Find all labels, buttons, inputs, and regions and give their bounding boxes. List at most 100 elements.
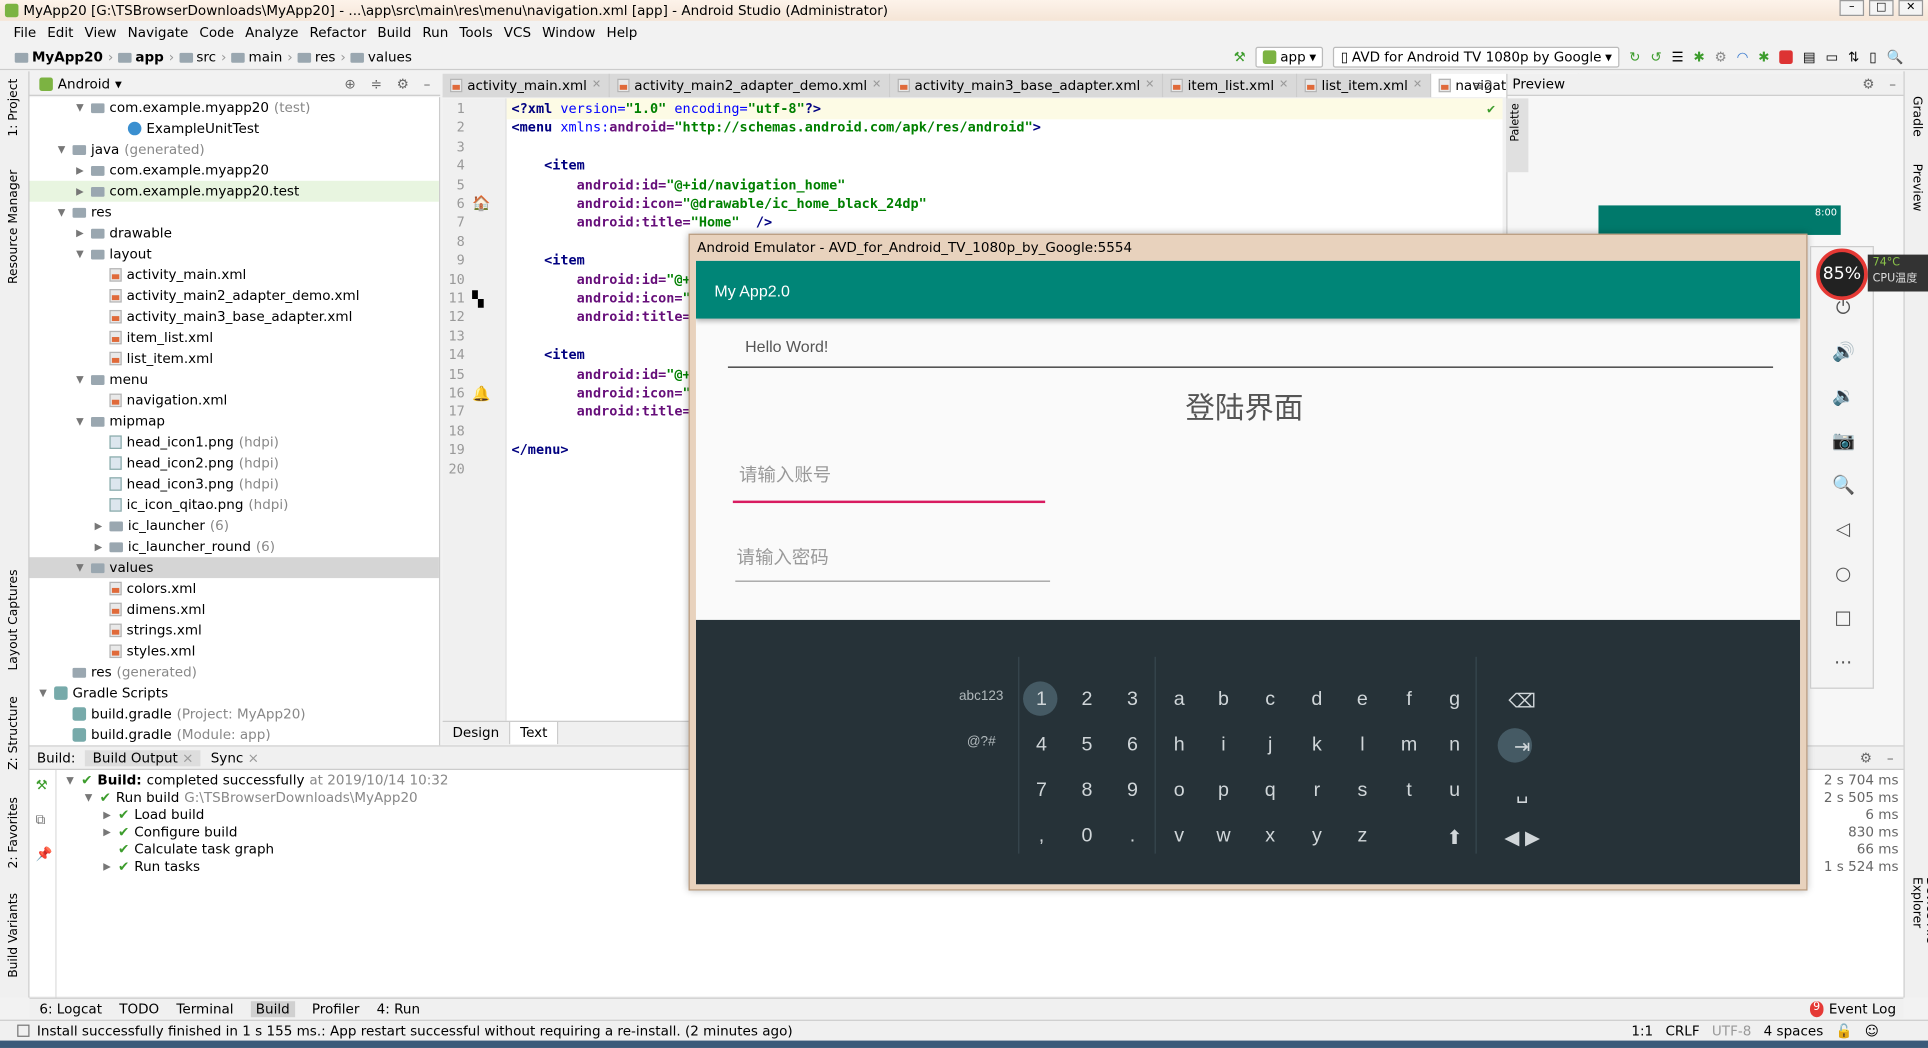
gear-icon[interactable]: ⚙ — [397, 76, 409, 92]
expand-arrow-icon[interactable]: ▼ — [82, 792, 94, 803]
project-view-select[interactable]: Android — [58, 76, 110, 92]
keyboard-key[interactable]: 8 — [1069, 780, 1106, 802]
tool-project[interactable]: 1: Project — [7, 79, 21, 137]
avd-manager-icon[interactable]: ▭ — [1825, 49, 1838, 65]
menu-view[interactable]: View — [85, 25, 117, 41]
tree-item[interactable]: list_item.xml — [30, 348, 439, 369]
indent-setting[interactable]: 4 spaces — [1764, 1023, 1824, 1039]
keyboard-key[interactable]: s — [1344, 780, 1381, 802]
gear-icon[interactable]: ⚙ — [1862, 76, 1874, 92]
tool-build[interactable]: Build — [250, 1000, 295, 1017]
palette-tab[interactable]: Palette — [1506, 98, 1529, 173]
expanded-arrow-icon[interactable]: ▼ — [74, 416, 86, 427]
maximize-button[interactable]: □ — [1868, 0, 1894, 16]
expanded-arrow-icon[interactable]: ▼ — [74, 374, 86, 385]
keyboard-key[interactable]: v — [1161, 825, 1198, 847]
tab-list_item-xml[interactable]: list_item.xml ✕ — [1296, 73, 1431, 97]
line-separator[interactable]: CRLF — [1665, 1023, 1699, 1039]
expanded-arrow-icon[interactable]: ▼ — [37, 688, 49, 699]
keyboard-key[interactable]: k — [1298, 734, 1335, 756]
tree-item[interactable]: ▼ mipmap — [30, 411, 439, 432]
tree-item[interactable]: item_list.xml — [30, 327, 439, 348]
close-button[interactable]: ✕ — [1898, 0, 1924, 16]
event-log-button[interactable]: 9 Event Log — [1809, 1000, 1896, 1017]
breadcrumb-item[interactable]: src — [179, 49, 216, 65]
menu-edit[interactable]: Edit — [47, 25, 73, 41]
menu-vcs[interactable]: VCS — [504, 25, 531, 41]
keyboard-key[interactable]: c — [1252, 689, 1289, 711]
file-encoding[interactable]: UTF-8 — [1712, 1023, 1751, 1039]
tool-todo[interactable]: TODO — [119, 1001, 159, 1017]
device-select[interactable]: ▯ AVD for Android TV 1080p by Google ▾ — [1333, 46, 1620, 68]
profile-icon[interactable]: ◠ — [1737, 49, 1749, 65]
keyboard-key[interactable]: w — [1205, 825, 1242, 847]
status-toggle-icon[interactable] — [17, 1024, 30, 1037]
zoom-icon[interactable]: 🔍 — [1832, 474, 1855, 496]
keyboard-key[interactable]: a — [1161, 689, 1198, 711]
tree-item[interactable]: head_icon2.png (hdpi) — [30, 453, 439, 474]
keyboard-key[interactable]: b — [1205, 689, 1242, 711]
tree-item[interactable]: colors.xml — [30, 578, 439, 599]
collapsed-arrow-icon[interactable]: ▶ — [74, 165, 86, 176]
breadcrumb-item[interactable]: MyApp20 — [14, 49, 103, 65]
menu-file[interactable]: File — [14, 25, 37, 41]
keyboard-key[interactable]: 6 — [1114, 734, 1151, 756]
keyboard-key[interactable]: 9 — [1114, 780, 1151, 802]
device-icon[interactable]: ▯ — [1869, 49, 1876, 65]
tree-item[interactable]: head_icon1.png (hdpi) — [30, 432, 439, 453]
menu-tools[interactable]: Tools — [459, 25, 492, 41]
minimize-button[interactable]: – — [1839, 0, 1865, 16]
keyboard-key[interactable]: i — [1205, 734, 1242, 756]
apply-changes-icon[interactable]: ↻ — [1629, 49, 1640, 65]
keyboard-key[interactable]: h — [1161, 734, 1198, 756]
keyboard-key[interactable]: j — [1252, 734, 1289, 756]
tab-item_list-xml[interactable]: item_list.xml ✕ — [1163, 73, 1297, 97]
menu-window[interactable]: Window — [542, 25, 595, 41]
tab-text[interactable]: Text — [510, 722, 559, 745]
attach-debugger-icon[interactable]: ✱ — [1758, 49, 1769, 65]
keyboard-key[interactable]: l — [1344, 734, 1381, 756]
keyboard-key[interactable]: ◀ ▶ — [1504, 825, 1541, 850]
overview-icon[interactable]: □ — [1832, 606, 1854, 628]
tab-activity_main-xml[interactable]: activity_main.xml ✕ — [442, 73, 610, 97]
build-tree-item[interactable]: ▼ ✔ Build: completed successfully at 2019/… — [64, 772, 448, 788]
collapsed-arrow-icon[interactable]: ▶ — [92, 541, 104, 552]
tree-item[interactable]: navigation.xml — [30, 390, 439, 411]
keyboard-key[interactable]: q — [1252, 780, 1289, 802]
menu-navigate[interactable]: Navigate — [128, 25, 189, 41]
tab-sync[interactable]: Sync × — [211, 750, 259, 766]
menu-help[interactable]: Help — [607, 25, 638, 41]
breadcrumb-item[interactable]: values — [350, 49, 412, 65]
hide-icon[interactable]: – — [1887, 750, 1894, 766]
tool-6-logcat[interactable]: 6: Logcat — [39, 1001, 102, 1017]
tree-item[interactable]: activity_main2_adapter_demo.xml — [30, 285, 439, 306]
keyboard-key[interactable]: m — [1391, 734, 1428, 756]
keyboard-key[interactable]: e — [1344, 689, 1381, 711]
menu-analyze[interactable]: Analyze — [245, 25, 298, 41]
hammer-icon[interactable]: ⚒ — [1234, 49, 1246, 65]
menu-build[interactable]: Build — [377, 25, 411, 41]
collapsed-arrow-icon[interactable]: ▶ — [74, 228, 86, 239]
close-tab-icon[interactable]: ✕ — [872, 79, 881, 91]
back-icon[interactable]: ◁ — [1832, 518, 1854, 540]
tool-resource-manager[interactable]: Resource Manager — [7, 170, 21, 284]
tree-item[interactable]: ▼ java (generated) — [30, 139, 439, 160]
breadcrumb-item[interactable]: app — [118, 49, 164, 65]
expand-arrow-icon[interactable]: ▶ — [101, 809, 113, 820]
home-icon[interactable]: ○ — [1832, 562, 1854, 584]
build-tree-item[interactable]: ▼ ✔ Run build G:\TSBrowserDownloads\MyApp2… — [82, 790, 418, 806]
lock-icon[interactable]: 🔓 — [1836, 1023, 1853, 1039]
close-tab-icon[interactable]: ✕ — [1413, 79, 1422, 91]
tool-preview[interactable]: Preview — [1910, 164, 1924, 212]
menu-code[interactable]: Code — [199, 25, 234, 41]
tree-item[interactable]: ▼ layout — [30, 244, 439, 265]
search-icon[interactable]: 🔍 — [1887, 49, 1904, 65]
debug-icon[interactable]: ✱ — [1694, 49, 1705, 65]
restart-icon[interactable]: ↺ — [1650, 49, 1661, 65]
keyboard-key[interactable]: 7 — [1023, 780, 1060, 802]
tree-item[interactable]: ▶ com.example.myapp20.test — [29, 180, 439, 202]
pin-icon[interactable]: 📌 — [36, 846, 53, 862]
tree-item[interactable]: build.gradle (Project: MyApp20) — [30, 704, 439, 725]
keyboard-key[interactable]: @?# — [954, 734, 1008, 749]
tab-activity_main2_adapter_demo-xml[interactable]: activity_main2_adapter_demo.xml ✕ — [609, 73, 890, 97]
